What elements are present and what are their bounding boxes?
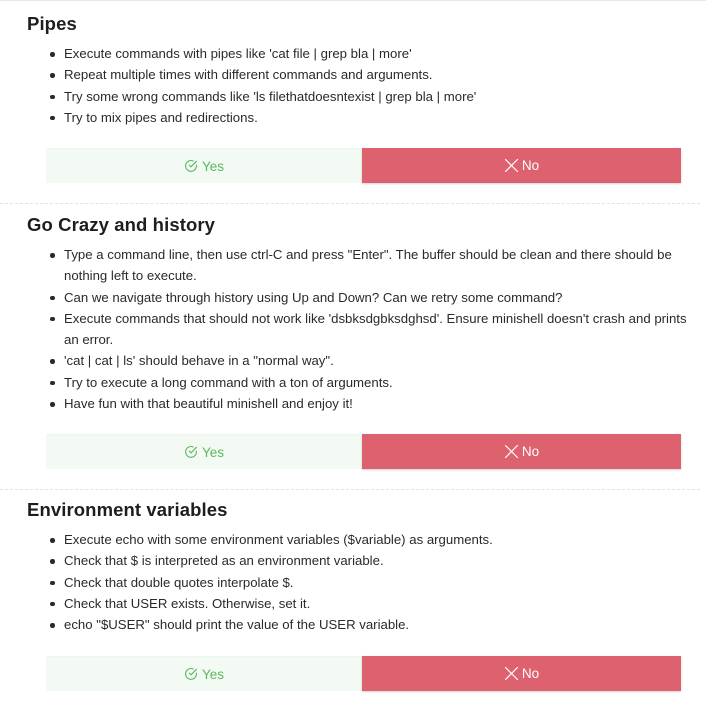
section-title: Pipes — [27, 13, 77, 34]
list-item: Execute commands with pipes like 'cat fi… — [46, 43, 698, 64]
list-item: Execute commands that should not work li… — [46, 308, 698, 351]
list-item: Type a command line, then use ctrl-C and… — [46, 244, 698, 287]
close-x-icon — [504, 444, 519, 459]
checklist: Execute echo with some environment varia… — [46, 529, 698, 635]
list-item: Try to execute a long command with a ton… — [46, 372, 698, 393]
check-circle-icon — [184, 667, 198, 681]
no-button[interactable]: No — [362, 148, 681, 183]
list-item: Try to mix pipes and redirections. — [46, 107, 698, 128]
checklist: Type a command line, then use ctrl-C and… — [46, 244, 698, 414]
list-item: Repeat multiple times with different com… — [46, 64, 698, 85]
no-button[interactable]: No — [362, 434, 681, 469]
close-x-icon — [504, 666, 519, 681]
answer-buttons: Yes No — [46, 656, 681, 691]
yes-button[interactable]: Yes — [46, 434, 362, 469]
answer-buttons: Yes No — [46, 434, 681, 469]
list-item: Try some wrong commands like 'ls filetha… — [46, 86, 698, 107]
yes-label: Yes — [201, 158, 225, 174]
list-item: Check that double quotes interpolate $. — [46, 572, 698, 593]
top-divider — [0, 0, 706, 3]
yes-label: Yes — [201, 666, 225, 682]
answer-buttons: Yes No — [46, 148, 681, 183]
no-label: No — [521, 666, 540, 681]
list-item: Check that $ is interpreted as an enviro… — [46, 550, 698, 571]
yes-label: Yes — [201, 444, 225, 460]
list-item: 'cat | cat | ls' should behave in a "nor… — [46, 350, 698, 371]
section-title: Environment variables — [27, 499, 228, 520]
list-item: Check that USER exists. Otherwise, set i… — [46, 593, 698, 614]
section-divider — [0, 489, 700, 490]
list-item: echo "$USER" should print the value of t… — [46, 614, 698, 635]
yes-button[interactable]: Yes — [46, 148, 362, 183]
close-x-icon — [504, 158, 519, 173]
list-item: Execute echo with some environment varia… — [46, 529, 698, 550]
check-circle-icon — [184, 445, 198, 459]
section-divider — [0, 203, 700, 204]
list-item: Have fun with that beautiful minishell a… — [46, 393, 698, 414]
checklist: Execute commands with pipes like 'cat fi… — [46, 43, 698, 128]
list-item: Can we navigate through history using Up… — [46, 287, 698, 308]
yes-button[interactable]: Yes — [46, 656, 362, 691]
no-label: No — [521, 444, 540, 459]
check-circle-icon — [184, 159, 198, 173]
no-button[interactable]: No — [362, 656, 681, 691]
no-label: No — [521, 158, 540, 173]
section-title: Go Crazy and history — [27, 214, 216, 235]
